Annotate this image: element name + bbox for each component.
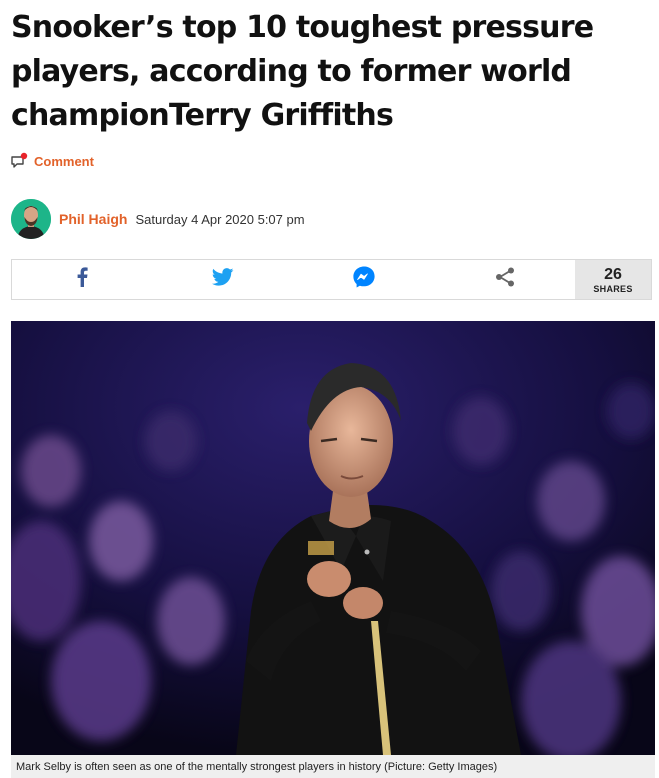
messenger-icon xyxy=(352,265,376,294)
comment-label: Comment xyxy=(34,153,94,169)
facebook-share-button[interactable] xyxy=(12,260,153,299)
image-caption: Mark Selby is often seen as one of the m… xyxy=(16,760,498,773)
share-count-number: 26 xyxy=(604,265,622,283)
article-headline: Snooker’s top 10 toughest pressure playe… xyxy=(11,10,594,133)
messenger-share-button[interactable] xyxy=(294,260,435,299)
comment-link[interactable]: Comment xyxy=(10,150,94,172)
author-avatar[interactable] xyxy=(11,199,51,239)
share-icon xyxy=(494,266,516,293)
facebook-icon xyxy=(76,267,88,292)
byline: Phil Haigh Saturday 4 Apr 2020 5:07 pm xyxy=(11,198,305,240)
twitter-icon xyxy=(211,268,234,291)
hero-image xyxy=(11,321,655,755)
twitter-share-button[interactable] xyxy=(153,260,294,299)
comment-icon xyxy=(10,152,30,170)
share-count-label: SHARES xyxy=(593,283,633,294)
share-bar: 26 SHARES xyxy=(11,259,652,300)
author-name[interactable]: Phil Haigh xyxy=(59,211,127,227)
generic-share-button[interactable] xyxy=(434,260,575,299)
share-count: 26 SHARES xyxy=(575,260,651,299)
publish-date: Saturday 4 Apr 2020 5:07 pm xyxy=(135,211,305,227)
image-caption-bar: Mark Selby is often seen as one of the m… xyxy=(11,755,655,778)
